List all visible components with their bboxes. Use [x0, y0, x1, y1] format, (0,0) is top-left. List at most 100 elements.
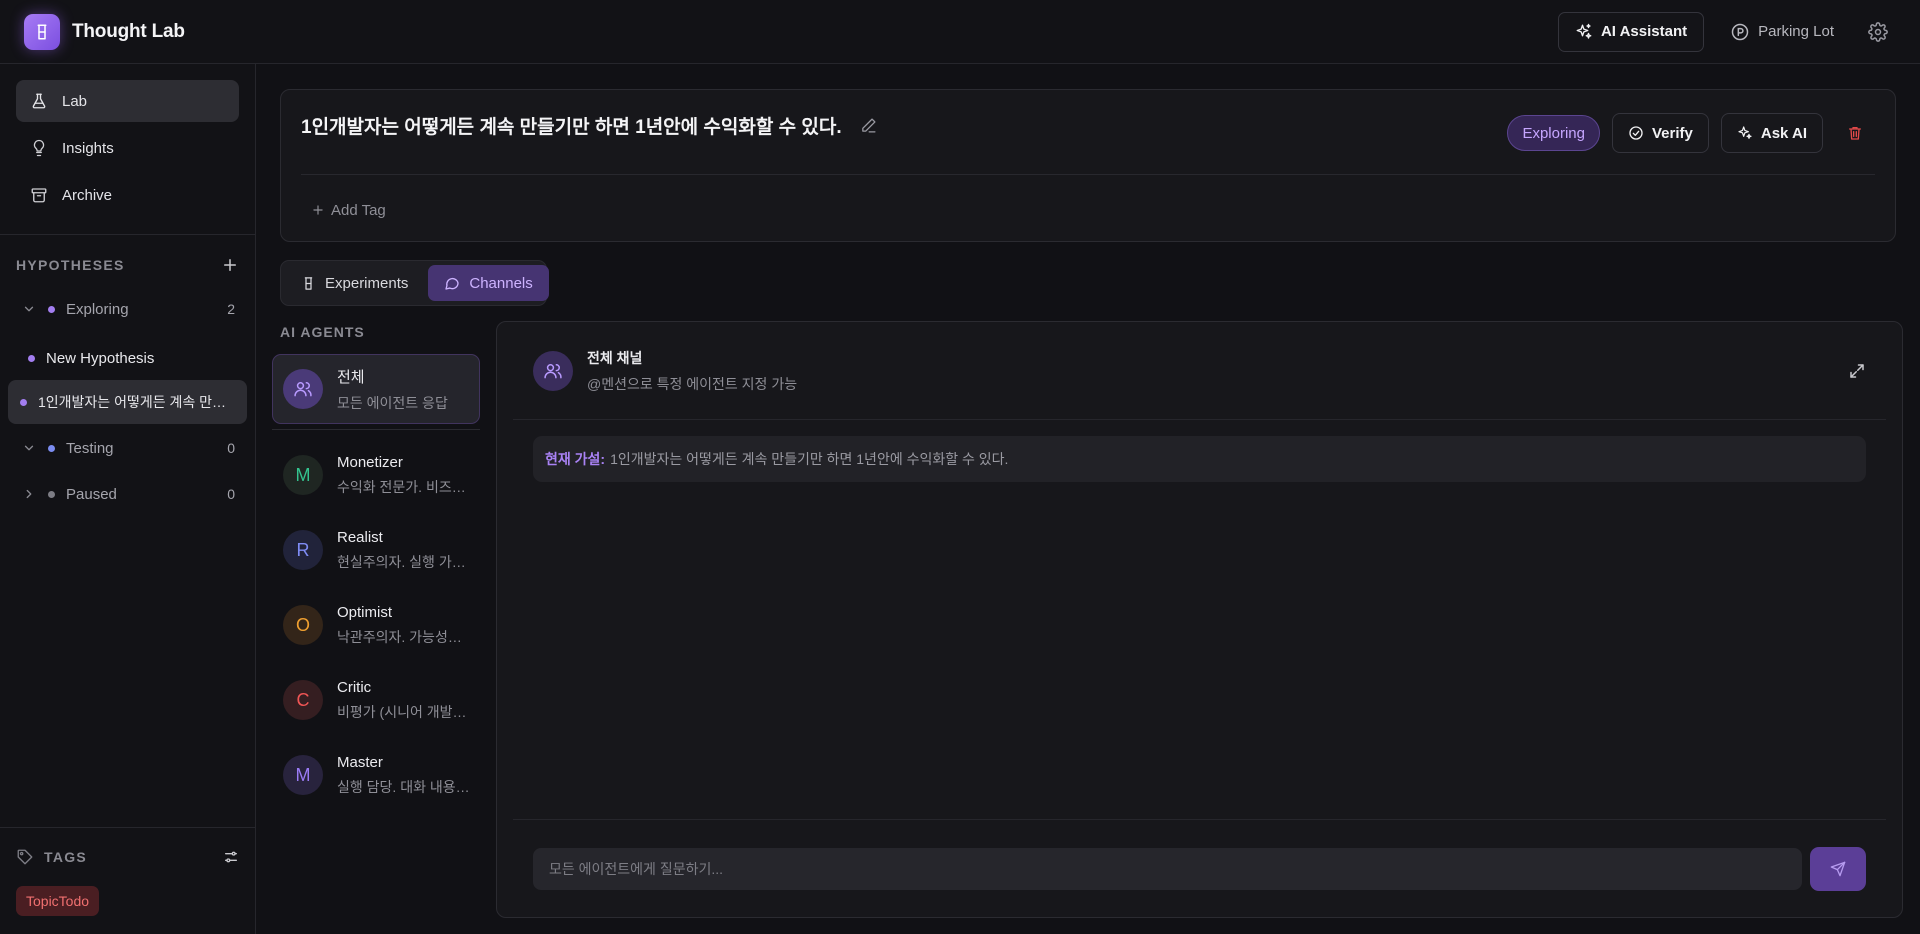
current-hypothesis-label: 현재 가설:	[545, 451, 606, 467]
agent-desc: 수익화 전문가. 비즈니스 모델 분석	[337, 478, 469, 495]
agent-desc: 모든 에이전트 응답	[337, 394, 448, 411]
edit-title-button[interactable]	[860, 117, 877, 134]
add-tag-label: Add Tag	[331, 201, 386, 219]
app-name: Thought Lab	[72, 20, 185, 42]
nav-item-insights[interactable]: Insights	[16, 127, 239, 169]
add-hypothesis-button[interactable]	[221, 256, 239, 274]
agent-item-realist[interactable]: R Realist 현실주의자. 실행 가능성 검토	[272, 515, 480, 585]
agent-item-monetizer[interactable]: M Monetizer 수익화 전문가. 비즈니스 모델 분석	[272, 440, 480, 510]
channel-subtitle: @멘션으로 특정 에이전트 지정 가능	[587, 375, 798, 392]
archive-icon	[30, 186, 48, 204]
channel-panel: 전체 채널 @멘션으로 특정 에이전트 지정 가능 현재 가설: 1인개발자는 …	[496, 321, 1903, 918]
message-input[interactable]	[533, 847, 1802, 890]
group-label: Paused	[66, 485, 117, 503]
verify-button[interactable]: Verify	[1611, 113, 1709, 153]
agent-item-optimist[interactable]: O Optimist 낙관주의자. 가능성과 기회 탐색	[272, 590, 480, 660]
send-button[interactable]	[1810, 846, 1866, 891]
status-dot	[48, 305, 55, 313]
agent-desc: 낙관주의자. 가능성과 기회 탐색	[337, 628, 469, 645]
parking-icon	[1730, 22, 1750, 42]
agent-name: Realist	[337, 528, 383, 546]
group-count: 0	[227, 486, 235, 502]
sparkles-icon	[1737, 125, 1753, 141]
agent-desc: 현실주의자. 실행 가능성 검토	[337, 553, 469, 570]
status-badge[interactable]: Exploring	[1507, 115, 1600, 151]
gear-icon	[1868, 21, 1888, 42]
users-icon	[283, 369, 323, 409]
chevron-down-icon	[22, 302, 36, 316]
top-bar: Thought Lab AI Assistant Parking Lot	[0, 0, 1920, 64]
tab-experiments[interactable]: Experiments	[285, 265, 424, 301]
expand-button[interactable]	[1848, 362, 1866, 380]
tab-channels[interactable]: Channels	[428, 265, 549, 301]
flask-icon	[30, 92, 48, 110]
pencil-icon	[860, 117, 877, 134]
status-dot	[48, 490, 55, 498]
plus-icon	[221, 256, 239, 274]
view-tabs: Experiments Channels	[280, 260, 549, 306]
composer	[513, 819, 1886, 917]
agent-item-master[interactable]: M Master 실행 담당. 대화 내용 정리	[272, 740, 480, 810]
ask-ai-button[interactable]: Ask AI	[1720, 113, 1823, 153]
tab-label: Experiments	[325, 274, 409, 292]
chevron-right-icon	[22, 487, 36, 501]
agent-name: Monetizer	[337, 453, 403, 471]
users-icon	[533, 350, 573, 391]
message-circle-icon	[444, 275, 460, 291]
tag-chip[interactable]: TopicTodo	[16, 886, 100, 916]
group-count: 0	[227, 440, 235, 456]
agent-item-all[interactable]: 전체 모든 에이전트 응답	[272, 354, 480, 424]
agent-name: 전체	[337, 368, 365, 386]
group-exploring[interactable]: Exploring 2	[0, 289, 255, 329]
parking-lot-button[interactable]: Parking Lot	[1718, 12, 1846, 52]
tab-label: Channels	[469, 274, 533, 292]
lightbulb-icon	[30, 139, 48, 157]
send-icon	[1830, 861, 1846, 877]
agent-list: 전체 모든 에이전트 응답 M Monetizer 수익화 전문가. 비즈니스 …	[272, 354, 480, 815]
delete-button[interactable]	[1835, 113, 1875, 153]
hypothesis-item[interactable]: New Hypothesis	[8, 336, 247, 380]
brand[interactable]: Thought Lab	[24, 13, 185, 50]
hypotheses-title: HYPOTHESES	[16, 257, 125, 273]
hypothesis-label: 1인개발자는 어떻게든 계속 만들기만 하면 1년안에 수익화할 수 있다.	[38, 394, 233, 410]
hypothesis-card: 1인개발자는 어떻게든 계속 만들기만 하면 1년안에 수익화할 수 있다. E…	[280, 89, 1896, 242]
nav-label: Archive	[62, 186, 113, 204]
group-testing[interactable]: Testing 0	[0, 428, 255, 468]
ai-assistant-button[interactable]: AI Assistant	[1557, 11, 1705, 52]
sliders-icon	[223, 849, 239, 865]
agent-avatar: M	[283, 755, 323, 795]
agent-name: Critic	[337, 678, 372, 696]
nav-label: Insights	[62, 139, 114, 157]
add-tag-button[interactable]: Add Tag	[281, 175, 1895, 245]
agent-desc: 비평가 (시니어 개발자 관점)	[337, 703, 469, 720]
agent-avatar: C	[283, 680, 323, 720]
group-paused[interactable]: Paused 0	[0, 474, 255, 514]
divider	[0, 234, 255, 235]
status-dot	[20, 398, 27, 406]
expand-icon	[1848, 362, 1866, 380]
check-circle-icon	[1628, 125, 1644, 141]
sidebar: Lab Insights Archive HYPOTHESES Explorin…	[0, 64, 256, 934]
settings-button[interactable]	[1860, 14, 1896, 50]
tags-section: TAGS TopicTodo	[0, 827, 255, 934]
channel-title: 전체 채널	[587, 349, 643, 366]
hypothesis-tree: Exploring 2 New Hypothesis 1인개발자는 어떻게든 계…	[0, 289, 255, 514]
divider	[272, 429, 480, 430]
current-hypothesis-text: 1인개발자는 어떻게든 계속 만들기만 하면 1년안에 수익화할 수 있다.	[610, 451, 1009, 467]
nav-item-archive[interactable]: Archive	[16, 174, 239, 216]
channel-header: 전체 채널 @멘션으로 특정 에이전트 지정 가능	[513, 322, 1886, 420]
tag-filter-button[interactable]	[223, 849, 239, 865]
current-hypothesis-banner: 현재 가설: 1인개발자는 어떻게든 계속 만들기만 하면 1년안에 수익화할 …	[533, 436, 1866, 482]
sparkles-icon	[1575, 23, 1593, 41]
hypothesis-title: 1인개발자는 어떻게든 계속 만들기만 하면 1년안에 수익화할 수 있다.	[301, 116, 842, 138]
agent-name: Master	[337, 753, 383, 771]
nav-item-lab[interactable]: Lab	[16, 80, 239, 122]
agent-desc: 실행 담당. 대화 내용 정리	[337, 778, 469, 795]
main-nav: Lab Insights Archive	[0, 64, 255, 216]
verify-label: Verify	[1651, 124, 1693, 142]
agent-item-critic[interactable]: C Critic 비평가 (시니어 개발자 관점)	[272, 665, 480, 735]
beaker-icon	[301, 276, 316, 291]
hypothesis-item-selected[interactable]: 1인개발자는 어떻게든 계속 만들기만 하면 1년안에 수익화할 수 있다.	[8, 380, 247, 424]
group-label: Testing	[66, 439, 114, 457]
agents-title: AI AGENTS	[280, 324, 365, 340]
